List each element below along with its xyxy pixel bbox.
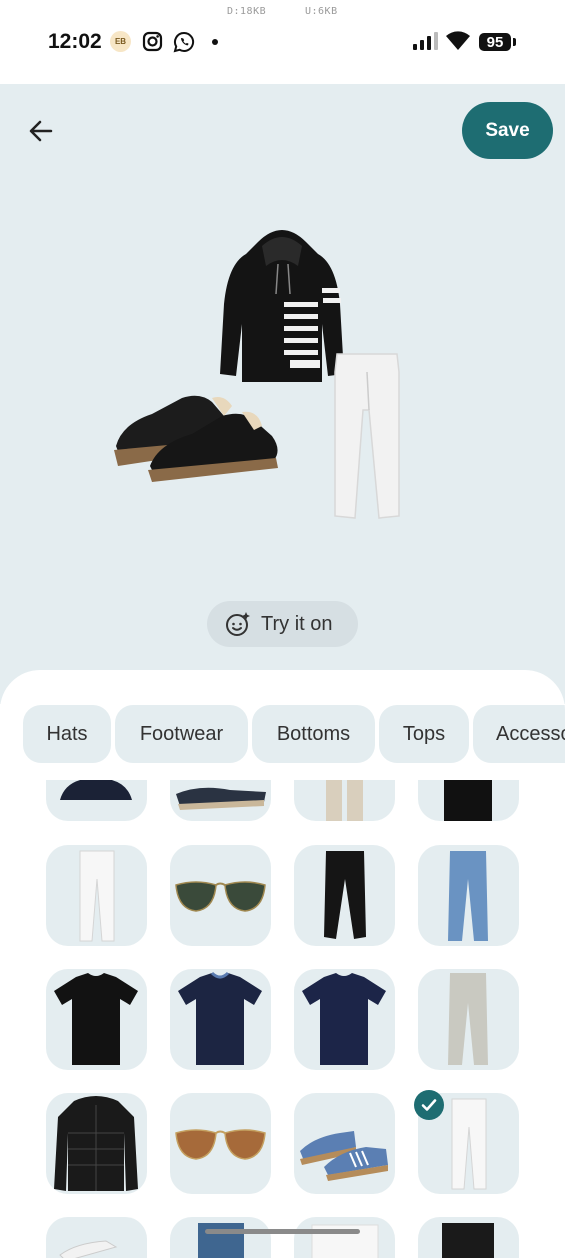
battery-tip: [513, 38, 516, 46]
notification-badge-icon: EB: [110, 31, 131, 52]
wardrobe-item-beige-chinos[interactable]: [294, 780, 395, 821]
outfit-canvas: Save Try it on: [0, 84, 565, 704]
wardrobe-item-black-shirt[interactable]: [418, 780, 519, 821]
arrow-left-icon: [29, 120, 53, 142]
wardrobe-sheet: Hats Footwear Bottoms Tops Accessories: [0, 670, 565, 1258]
wardrobe-item-navy-tshirt[interactable]: [170, 969, 271, 1070]
upload-rate: U:6KB: [305, 6, 338, 17]
outfit-sneakers[interactable]: [112, 384, 284, 482]
try-it-on-button[interactable]: Try it on: [207, 601, 358, 647]
outfit-white-jeans[interactable]: [333, 352, 401, 520]
wardrobe-item-black-tshirt[interactable]: [46, 969, 147, 1070]
try-it-on-label: Try it on: [261, 612, 333, 635]
wardrobe-item-white-jeans[interactable]: [46, 845, 147, 946]
wardrobe-item-blue-jeans[interactable]: [418, 845, 519, 946]
wardrobe-item-black-jeans[interactable]: [418, 1217, 519, 1258]
status-bar: D:18KB U:6KB 12:02 EB 95: [0, 0, 565, 84]
tab-bottoms[interactable]: Bottoms: [252, 705, 375, 763]
wardrobe-grid: [0, 780, 565, 1258]
category-tabs: Hats Footwear Bottoms Tops Accessories: [23, 705, 565, 763]
status-time: 12:02: [48, 30, 102, 53]
selected-check-icon: [414, 1090, 444, 1120]
wardrobe-item-white-sneakers[interactable]: [46, 1217, 147, 1258]
tab-footwear[interactable]: Footwear: [115, 705, 248, 763]
save-button[interactable]: Save: [462, 102, 553, 159]
tab-hats[interactable]: Hats: [23, 705, 111, 763]
signal-icon: [413, 32, 439, 55]
more-notifications-icon: [212, 39, 218, 45]
instagram-icon: [142, 31, 163, 57]
gesture-nav-handle[interactable]: [205, 1229, 360, 1234]
face-sparkle-icon: [226, 612, 250, 636]
wardrobe-item-blue-sneakers[interactable]: [294, 1093, 395, 1194]
wardrobe-item-navy-loafers[interactable]: [170, 780, 271, 821]
wardrobe-item-navy-crew-tshirt[interactable]: [294, 969, 395, 1070]
wardrobe-item-black-puffer-jacket[interactable]: [46, 1093, 147, 1194]
outfit-hoodie[interactable]: [218, 224, 346, 384]
tab-accessories[interactable]: Accessories: [473, 705, 565, 763]
wardrobe-item-navy-cap[interactable]: [46, 780, 147, 821]
wardrobe-item-white-hoodie[interactable]: [294, 1217, 395, 1258]
wardrobe-item-black-joggers[interactable]: [294, 845, 395, 946]
back-button[interactable]: [24, 114, 58, 148]
wardrobe-item-blue-jeans-2[interactable]: [170, 1217, 271, 1258]
wardrobe-item-aviator-sunglasses-green[interactable]: [170, 845, 271, 946]
wardrobe-item-aviator-sunglasses-brown[interactable]: [170, 1093, 271, 1194]
battery-icon: 95: [479, 33, 511, 51]
whatsapp-icon: [173, 31, 195, 58]
wardrobe-item-grey-jeans[interactable]: [418, 969, 519, 1070]
download-rate: D:18KB: [227, 6, 267, 17]
tab-tops[interactable]: Tops: [379, 705, 469, 763]
wifi-icon: [446, 31, 470, 56]
